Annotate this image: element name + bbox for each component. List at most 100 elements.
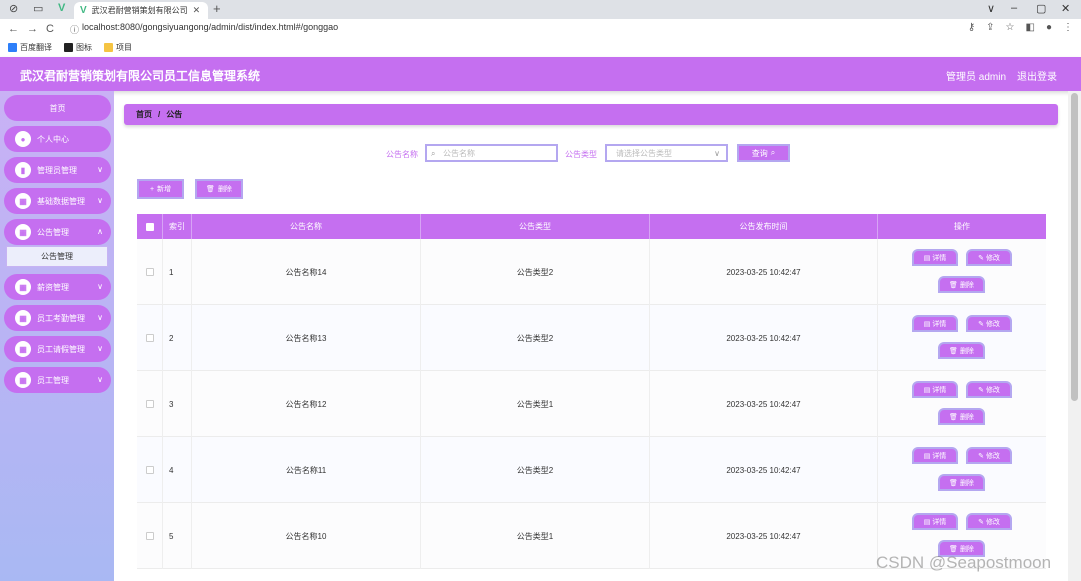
trash-icon: 🗑 bbox=[206, 186, 215, 193]
bookmark-item[interactable]: 项目 bbox=[104, 42, 132, 53]
kebab-menu-icon[interactable]: ⋮ bbox=[1063, 22, 1073, 33]
header-actions: 操作 bbox=[954, 222, 970, 231]
sidebar: 首页 ● 个人中心 ▮ 管理员管理 ∨ ▦ 基础数据管理 ∨ ▦ 公告管理 ∧ … bbox=[0, 91, 114, 581]
delete-button[interactable]: 🗑 删除 bbox=[938, 276, 985, 293]
table-row: 3 公告名称12 公告类型1 2023-03-25 10:42:47 ▤ 详情 ✎… bbox=[137, 371, 1046, 437]
notice-type-label: 公告类型 bbox=[565, 150, 597, 159]
bookmark-item[interactable]: 图标 bbox=[64, 42, 92, 53]
row-checkbox[interactable] bbox=[137, 371, 163, 437]
edit-button[interactable]: ✎ 修改 bbox=[966, 513, 1012, 530]
tab-favicon-icon: V bbox=[80, 5, 87, 16]
key-icon[interactable]: ⚷ bbox=[968, 22, 975, 33]
chevron-down-icon: ∨ bbox=[97, 196, 103, 205]
row-checkbox[interactable] bbox=[137, 305, 163, 371]
trash-icon: 🗑 bbox=[949, 413, 958, 421]
grid-icon: ▦ bbox=[15, 279, 31, 295]
back-icon[interactable]: ← bbox=[8, 23, 19, 35]
vue-favicon-icon[interactable]: V bbox=[58, 2, 65, 14]
sidebar-item-notices[interactable]: ▦ 公告管理 ∧ bbox=[4, 219, 111, 245]
chevron-down-icon: ∨ bbox=[97, 282, 103, 291]
batch-delete-button[interactable]: 🗑 删除 bbox=[195, 179, 243, 199]
minimize-icon[interactable]: – bbox=[1011, 2, 1017, 14]
detail-button[interactable]: ▤ 详情 bbox=[912, 315, 958, 332]
add-button[interactable]: + 新增 bbox=[137, 179, 184, 199]
detail-button[interactable]: ▤ 详情 bbox=[912, 381, 958, 398]
watermark: CSDN @Seapostmoon bbox=[876, 553, 1052, 572]
edit-button[interactable]: ✎ 修改 bbox=[966, 249, 1012, 266]
header-time: 公告发布时间 bbox=[650, 214, 878, 239]
sidebar-item-admins[interactable]: ▮ 管理员管理 ∨ bbox=[4, 157, 111, 183]
sidebar-item-attendance[interactable]: ▦ 员工考勤管理 ∨ bbox=[4, 305, 111, 331]
delete-button[interactable]: 🗑 删除 bbox=[938, 408, 985, 425]
share-icon[interactable]: ⇪ bbox=[986, 22, 994, 33]
logout-link[interactable]: 退出登录 bbox=[1017, 68, 1057, 83]
search-icon: ⌕ bbox=[431, 149, 436, 158]
page-scrollbar[interactable] bbox=[1068, 91, 1081, 581]
sidebar-item-salary[interactable]: ▦ 薪资管理 ∨ bbox=[4, 274, 111, 300]
chevron-down-icon: ∨ bbox=[97, 344, 103, 353]
sidebar-item-home[interactable]: 首页 bbox=[4, 95, 111, 121]
sidepanel-icon[interactable]: ◧ bbox=[1026, 22, 1035, 33]
breadcrumb-home[interactable]: 首页 bbox=[136, 109, 152, 120]
header-type: 公告类型 bbox=[421, 214, 650, 239]
row-time: 2023-03-25 10:42:47 bbox=[650, 437, 878, 503]
detail-button[interactable]: ▤ 详情 bbox=[912, 447, 958, 464]
sidebar-item-profile[interactable]: ● 个人中心 bbox=[4, 126, 111, 152]
maximize-icon[interactable]: ▢ bbox=[1036, 2, 1046, 15]
doc-icon: ▤ bbox=[923, 254, 931, 262]
notice-type-select[interactable]: 请选择公告类型 ∨ bbox=[605, 144, 728, 162]
app-title: 武汉君耐营销策划有限公司员工信息管理系统 bbox=[20, 69, 261, 83]
user-icon: ● bbox=[15, 131, 31, 147]
tab-close-icon[interactable]: ✕ bbox=[193, 5, 201, 16]
forward-icon[interactable]: → bbox=[27, 23, 38, 35]
tab-search-icon[interactable]: ∨ bbox=[987, 2, 995, 15]
edit-icon: ✎ bbox=[978, 254, 984, 262]
close-window-icon[interactable]: ✕ bbox=[1061, 2, 1070, 15]
edit-button[interactable]: ✎ 修改 bbox=[966, 315, 1012, 332]
row-checkbox[interactable] bbox=[137, 239, 163, 305]
row-checkbox[interactable] bbox=[137, 503, 163, 569]
scrollbar-thumb[interactable] bbox=[1071, 93, 1078, 401]
chevron-down-icon: ∨ bbox=[97, 375, 103, 384]
url-field[interactable]: localhost:8080/gongsiyuangong/admin/dist… bbox=[82, 22, 338, 32]
bookmarks-bar: 百度翻译 图标 项目 bbox=[0, 39, 1081, 55]
sidebar-item-leave[interactable]: ▦ 员工请假管理 ∨ bbox=[4, 336, 111, 362]
delete-button[interactable]: 🗑 删除 bbox=[938, 342, 985, 359]
header-index: 索引 bbox=[163, 214, 192, 239]
search-icon: ⌕ bbox=[770, 148, 776, 157]
tab-placeholder-icon[interactable]: ▭ bbox=[33, 2, 43, 15]
notice-name-input[interactable]: ⌕ 公告名称 bbox=[425, 144, 558, 162]
plus-icon: + bbox=[149, 185, 155, 193]
edit-icon: ✎ bbox=[978, 320, 984, 328]
edit-button[interactable]: ✎ 修改 bbox=[966, 447, 1012, 464]
detail-button[interactable]: ▤ 详情 bbox=[912, 513, 958, 530]
active-tab[interactable]: V 武汉君耐营销策划有限公司员工信 ✕ bbox=[74, 2, 208, 19]
new-tab-icon[interactable]: + bbox=[213, 1, 221, 16]
browser-menu-icon[interactable]: ⊘ bbox=[9, 2, 18, 15]
edit-icon: ✎ bbox=[978, 518, 984, 526]
row-checkbox[interactable] bbox=[137, 437, 163, 503]
bookmark-item[interactable]: 百度翻译 bbox=[8, 42, 52, 53]
doc-icon: ▤ bbox=[923, 518, 931, 526]
select-all-checkbox[interactable] bbox=[137, 214, 163, 239]
delete-button[interactable]: 🗑 删除 bbox=[938, 474, 985, 491]
bookmark-star-icon[interactable]: ☆ bbox=[1006, 22, 1015, 33]
row-index: 4 bbox=[163, 437, 192, 503]
row-name: 公告名称14 bbox=[192, 239, 421, 305]
reload-icon[interactable]: C bbox=[46, 23, 54, 35]
sidebar-subitem-notice-manage[interactable]: 公告管理 bbox=[6, 246, 108, 267]
query-button[interactable]: 查询 ⌕ bbox=[737, 144, 790, 162]
sidebar-item-employees[interactable]: ▦ 员工管理 ∨ bbox=[4, 367, 111, 393]
sidebar-item-basic-data[interactable]: ▦ 基础数据管理 ∨ bbox=[4, 188, 111, 214]
row-name: 公告名称13 bbox=[192, 305, 421, 371]
row-type: 公告类型2 bbox=[421, 305, 650, 371]
grid-icon: ▦ bbox=[15, 310, 31, 326]
profile-icon[interactable]: ● bbox=[1046, 22, 1052, 33]
row-time: 2023-03-25 10:42:47 bbox=[650, 371, 878, 437]
row-name: 公告名称12 bbox=[192, 371, 421, 437]
detail-button[interactable]: ▤ 详情 bbox=[912, 249, 958, 266]
edit-button[interactable]: ✎ 修改 bbox=[966, 381, 1012, 398]
row-time: 2023-03-25 10:42:47 bbox=[650, 503, 878, 569]
site-info-icon[interactable]: ⓘ bbox=[70, 23, 79, 36]
trash-icon: 🗑 bbox=[949, 347, 958, 355]
